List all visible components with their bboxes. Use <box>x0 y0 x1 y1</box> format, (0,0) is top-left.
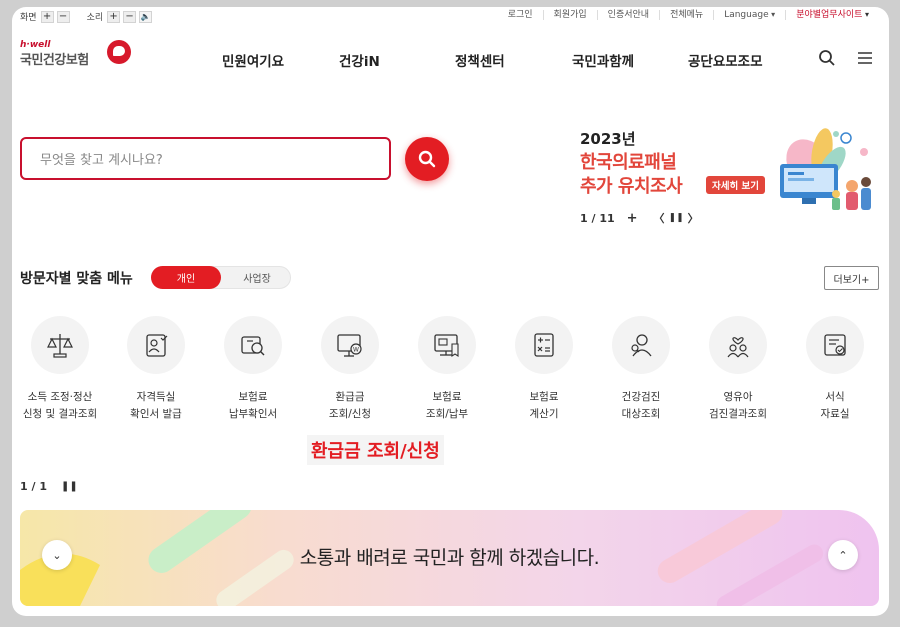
banner-year: 2023년 <box>580 130 636 148</box>
service-refund-inquiry[interactable]: W 환급금 조회/신청 <box>300 316 400 423</box>
service-label-line1: 보험료 <box>529 391 559 403</box>
nav-with-citizens[interactable]: 국민과함께 <box>572 50 634 70</box>
tab-workplace[interactable]: 사업장 <box>222 266 292 289</box>
banner-next-icon[interactable]: 〉 <box>688 210 699 226</box>
service-label-line2: 자료실 <box>820 408 850 420</box>
service-label-line1: 자격득실 <box>136 391 176 403</box>
visitor-type-toggle: 개인 사업장 <box>151 266 291 289</box>
banner-controls: 1 / 11 + 〈 ❚❚ 〉 <box>580 210 699 226</box>
service-label-line2: 신청 및 결과조회 <box>22 408 98 420</box>
banner-prev-icon[interactable]: 〈 <box>654 210 665 226</box>
service-premium-calculator[interactable]: 보험료 계산기 <box>494 316 594 423</box>
menu-page-counter: 1 / 1 <box>20 480 47 493</box>
menu-pause-icon[interactable]: ❚❚ <box>61 481 78 492</box>
menu-pager: 1 / 1 ❚❚ <box>20 480 78 493</box>
calculator-icon <box>534 333 554 357</box>
nav-about-nhis[interactable]: 공단요모조모 <box>688 50 763 70</box>
payment-search-icon <box>241 336 265 356</box>
svg-text:W: W <box>353 347 359 354</box>
banner-more-button[interactable]: 자세히 보기 <box>706 176 766 194</box>
signup-link[interactable]: 회원가입 <box>542 10 597 20</box>
service-label-line2: 확인서 발급 <box>130 408 182 420</box>
scroll-up-button[interactable]: ⌃ <box>828 540 858 570</box>
nav-health-in[interactable]: 건강iN <box>339 50 380 70</box>
service-label-line1: 환급금 <box>335 391 365 403</box>
sound-label: 소리 <box>86 13 104 23</box>
accessibility-controls: 화면 + − 소리 + − 🔈 <box>20 10 155 23</box>
scale-icon <box>47 334 73 358</box>
volume-decrease-button[interactable]: − <box>123 10 137 23</box>
language-dropdown[interactable]: Language <box>713 10 785 20</box>
service-label-line1: 서식 <box>825 391 845 403</box>
refund-callout-label: 환급금 조회/신청 <box>307 435 444 465</box>
service-premium-payment-confirmation[interactable]: 보험료 납부확인서 <box>203 316 303 423</box>
search-button[interactable] <box>405 137 449 181</box>
service-premium-inquiry-payment[interactable]: 보험료 조회/납부 <box>397 316 497 423</box>
search-input[interactable]: 무엇을 찾고 계시나요? <box>20 137 391 180</box>
browser-viewport: 화면 + − 소리 + − 🔈 로그인 회원가입 인증서안내 전체메뉴 Lang… <box>12 7 889 616</box>
infant-icon <box>727 337 749 358</box>
scroll-down-button[interactable]: ⌄ <box>42 540 72 570</box>
certificate-icon <box>146 334 168 357</box>
service-label-line1: 영유아 <box>723 391 753 403</box>
search-icon <box>418 150 436 168</box>
banner-plus-icon[interactable]: + <box>627 211 638 226</box>
tab-individual[interactable]: 개인 <box>151 266 221 289</box>
banner-title-line2: 추가 유치조사 <box>580 176 683 197</box>
nav-policy-center[interactable]: 정책센터 <box>455 50 505 70</box>
banner-title-line1: 한국의료패널 <box>580 152 677 173</box>
bill-screen-icon <box>434 334 459 358</box>
volume-increase-button[interactable]: + <box>107 10 121 23</box>
service-label-line2: 대상조회 <box>621 408 661 420</box>
promo-banner[interactable]: 2023년 한국의료패널 추가 유치조사 자세히 보기 1 / 11 + 〈 ❚… <box>580 124 880 226</box>
banner-counter: 1 / 11 <box>580 211 615 225</box>
banner-pause-icon[interactable]: ❚❚ <box>669 213 684 223</box>
utility-links: 로그인 회원가입 인증서안내 전체메뉴 Language 분야별업무사이트 <box>498 10 879 20</box>
service-label-line2: 검진결과조회 <box>709 408 767 420</box>
service-label-line2: 조회/납부 <box>425 408 469 420</box>
service-infant-checkup-results[interactable]: 영유아 검진결과조회 <box>688 316 788 423</box>
service-label-line2: 조회/신청 <box>328 408 372 420</box>
nav-civil-service[interactable]: 민원여기요 <box>222 50 284 70</box>
service-label-line2: 계산기 <box>529 408 559 420</box>
refund-monitor-icon: W <box>337 334 362 357</box>
service-label-line1: 보험료 <box>432 391 462 403</box>
full-menu-link[interactable]: 전체메뉴 <box>659 10 713 20</box>
banner-illustration <box>780 128 871 210</box>
service-checkup-eligibility[interactable]: 건강검진 대상조회 <box>591 316 691 423</box>
font-size-label: 화면 <box>20 13 37 23</box>
business-sites-dropdown[interactable]: 분야별업무사이트 <box>785 10 879 20</box>
speaker-icon[interactable]: 🔈 <box>139 10 153 23</box>
service-label-line1: 건강검진 <box>621 391 661 403</box>
service-label-line1: 소득 조정·정산 <box>27 391 93 403</box>
service-label-line1: 보험료 <box>238 391 268 403</box>
form-doc-icon <box>824 334 846 356</box>
certificate-guide-link[interactable]: 인증서안내 <box>596 10 659 20</box>
hamburger-menu-icon[interactable] <box>856 49 874 67</box>
checkup-person-icon <box>631 334 652 357</box>
main-navigation: 민원여기요 건강iN 정책센터 국민과함께 공단요모조모 <box>12 50 889 70</box>
service-eligibility-certificate[interactable]: 자격득실 확인서 발급 <box>106 316 206 423</box>
font-increase-button[interactable]: + <box>40 10 54 23</box>
service-income-adjustment[interactable]: 소득 조정·정산 신청 및 결과조회 <box>12 316 110 423</box>
service-forms-library[interactable]: 서식 자료실 <box>785 316 885 423</box>
more-button[interactable]: 더보기+ <box>824 266 879 290</box>
slogan-banner: 소통과 배려로 국민과 함께 하겠습니다. ⌄ ⌃ <box>20 510 879 606</box>
service-label-line2: 납부확인서 <box>228 408 278 420</box>
font-decrease-button[interactable]: − <box>56 10 70 23</box>
search-icon[interactable] <box>818 49 836 67</box>
search-placeholder: 무엇을 찾고 계시나요? <box>40 153 163 168</box>
login-link[interactable]: 로그인 <box>498 10 543 20</box>
slogan-text: 소통과 배려로 국민과 함께 하겠습니다. <box>299 547 600 569</box>
visitor-menu-title: 방문자별 맞춤 메뉴 <box>20 271 133 287</box>
